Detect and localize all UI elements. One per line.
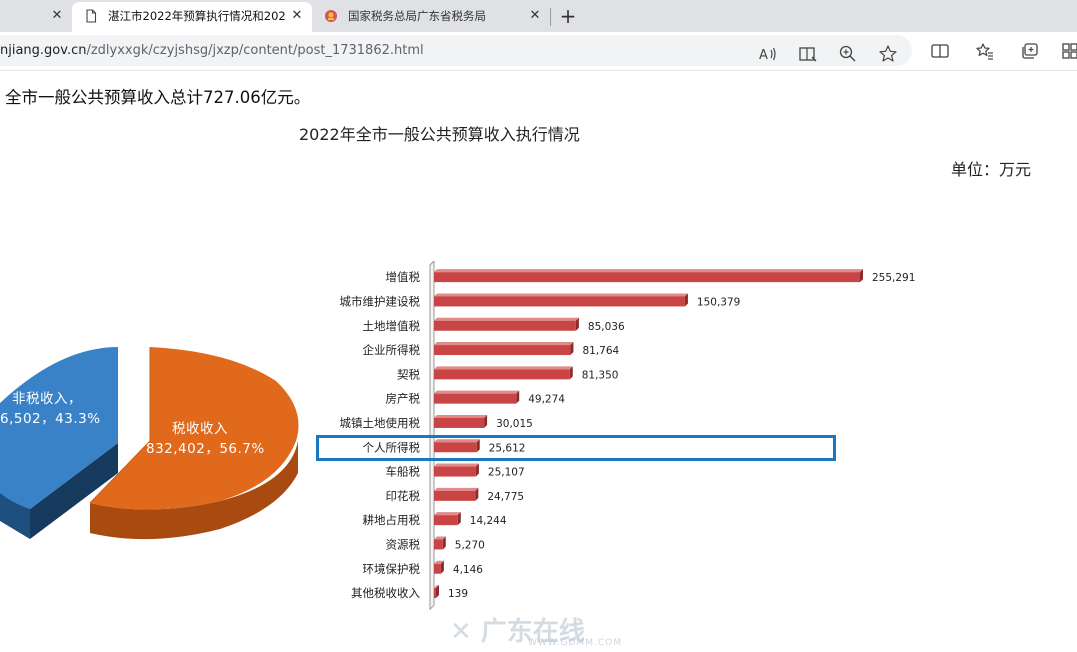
- bar: [434, 515, 458, 526]
- bar-category-label: 房产税: [386, 392, 421, 406]
- bar-category-label: 车船税: [386, 465, 421, 479]
- pie-label-tax-value: 832,402，56.7%: [146, 441, 265, 457]
- bar: [434, 490, 476, 501]
- bar-top-face: [434, 487, 479, 491]
- svg-text:A: A: [759, 48, 768, 63]
- bar-category-label: 环境保护税: [363, 562, 421, 576]
- favorite-star-icon[interactable]: [878, 44, 898, 64]
- bar: [434, 466, 476, 477]
- emblem-icon: [325, 10, 337, 22]
- bar-category-label: 土地增值税: [363, 319, 421, 333]
- read-aloud-icon[interactable]: A: [758, 44, 778, 64]
- close-icon[interactable]: ✕: [526, 2, 544, 30]
- bar-top-face: [434, 512, 461, 516]
- bar-top-face: [434, 342, 574, 346]
- bar-top-face: [434, 390, 520, 394]
- pie-label-nontax-name: 非税收入，: [12, 391, 82, 407]
- bar-category-label: 契税: [397, 367, 420, 381]
- bar: [434, 369, 570, 380]
- page-content: 全市一般公共预算收入总计727.06亿元。 2022年全市一般公共预算收入执行情…: [0, 71, 1077, 652]
- new-tab-button[interactable]: +: [556, 2, 580, 30]
- bar: [434, 320, 576, 331]
- bar-value-label: 139: [448, 588, 468, 600]
- watermark-url: WWW.GDMM.COM: [528, 638, 622, 648]
- immersive-reader-icon[interactable]: [798, 44, 818, 64]
- bar-value-label: 49,274: [528, 394, 565, 406]
- bar-value-label: 4,146: [453, 564, 483, 576]
- extensions-icon[interactable]: [1060, 41, 1077, 61]
- bar-value-label: 81,764: [582, 345, 619, 357]
- tab-title: 国家税务总局广东省税务局: [348, 9, 486, 23]
- tab-budget-report[interactable]: 湛江市2022年预算执行情况和2023 ✕: [72, 2, 312, 32]
- tab-strip: ✕ 湛江市2022年预算执行情况和2023 ✕ 国家税务总局广东省税务局 ✕ +: [0, 0, 1077, 32]
- unit-label: 单位：万元: [951, 160, 1032, 179]
- bar-value-label: 30,015: [496, 418, 533, 430]
- bar-top-face: [434, 269, 863, 273]
- split-screen-icon[interactable]: [930, 41, 950, 61]
- bar-top-face: [434, 366, 573, 370]
- bar: [434, 417, 485, 428]
- bar-category-label: 耕地占用税: [363, 513, 421, 527]
- bar-value-label: 85,036: [588, 321, 625, 333]
- bar-top-face: [434, 317, 579, 321]
- bar-value-label: 25,107: [488, 467, 525, 479]
- tab-previous[interactable]: ✕: [0, 2, 72, 32]
- bar-top-face: [434, 414, 488, 418]
- bar-top-face: [434, 463, 479, 467]
- bar-value-label: 24,775: [487, 491, 524, 503]
- url-path: /zdlyxxgk/czyjshsg/jxzp/content/post_173…: [86, 43, 424, 58]
- pie-label-tax-name: 税收收入: [172, 421, 228, 437]
- url-domain: njiang.gov.cn: [0, 43, 87, 58]
- highlight-box: [316, 435, 836, 461]
- bar: [434, 539, 443, 550]
- bar-value-label: 14,244: [470, 515, 507, 527]
- tab-tax-bureau[interactable]: 国家税务总局广东省税务局 ✕: [312, 2, 550, 32]
- budget-summary-text: 全市一般公共预算收入总计727.06亿元。: [5, 88, 311, 107]
- bar-value-label: 5,270: [455, 539, 485, 551]
- tab-separator: [550, 8, 551, 26]
- bar-top-face: [434, 293, 688, 297]
- bar-value-label: 81,350: [582, 369, 619, 381]
- tab-title: 湛江市2022年预算执行情况和2023: [108, 9, 286, 23]
- bar-category-label: 资源税: [386, 537, 421, 551]
- document-icon: [86, 9, 97, 23]
- url-text[interactable]: njiang.gov.cn/zdlyxxgk/czyjshsg/jxzp/con…: [0, 35, 424, 66]
- bar-category-label: 城市维护建设税: [340, 294, 421, 308]
- zoom-icon[interactable]: [838, 44, 858, 64]
- bar: [434, 588, 436, 599]
- bar: [434, 296, 685, 307]
- bar: [434, 345, 571, 356]
- bar-category-label: 印花税: [386, 489, 421, 503]
- bar-category-label: 其他税收收入: [351, 586, 420, 600]
- favorites-icon[interactable]: [975, 41, 995, 61]
- bar: [434, 563, 441, 574]
- address-bar[interactable]: njiang.gov.cn/zdlyxxgk/czyjshsg/jxzp/con…: [0, 35, 912, 66]
- close-icon[interactable]: ✕: [48, 2, 66, 30]
- bar: [434, 393, 517, 404]
- bar-category-label: 增值税: [386, 270, 421, 284]
- address-toolbar: njiang.gov.cn/zdlyxxgk/czyjshsg/jxzp/con…: [0, 32, 1077, 71]
- bar-value-label: 255,291: [872, 272, 915, 284]
- collections-icon[interactable]: [1020, 41, 1040, 61]
- chart-title: 2022年全市一般公共预算收入执行情况: [299, 125, 580, 144]
- bar: [434, 272, 860, 283]
- bar-category-label: 城镇土地使用税: [340, 416, 421, 430]
- bar-category-label: 企业所得税: [363, 343, 421, 357]
- close-icon[interactable]: ✕: [288, 2, 306, 30]
- bar-value-label: 150,379: [697, 296, 740, 308]
- pie-label-nontax-value: 6,502，43.3%: [0, 411, 101, 427]
